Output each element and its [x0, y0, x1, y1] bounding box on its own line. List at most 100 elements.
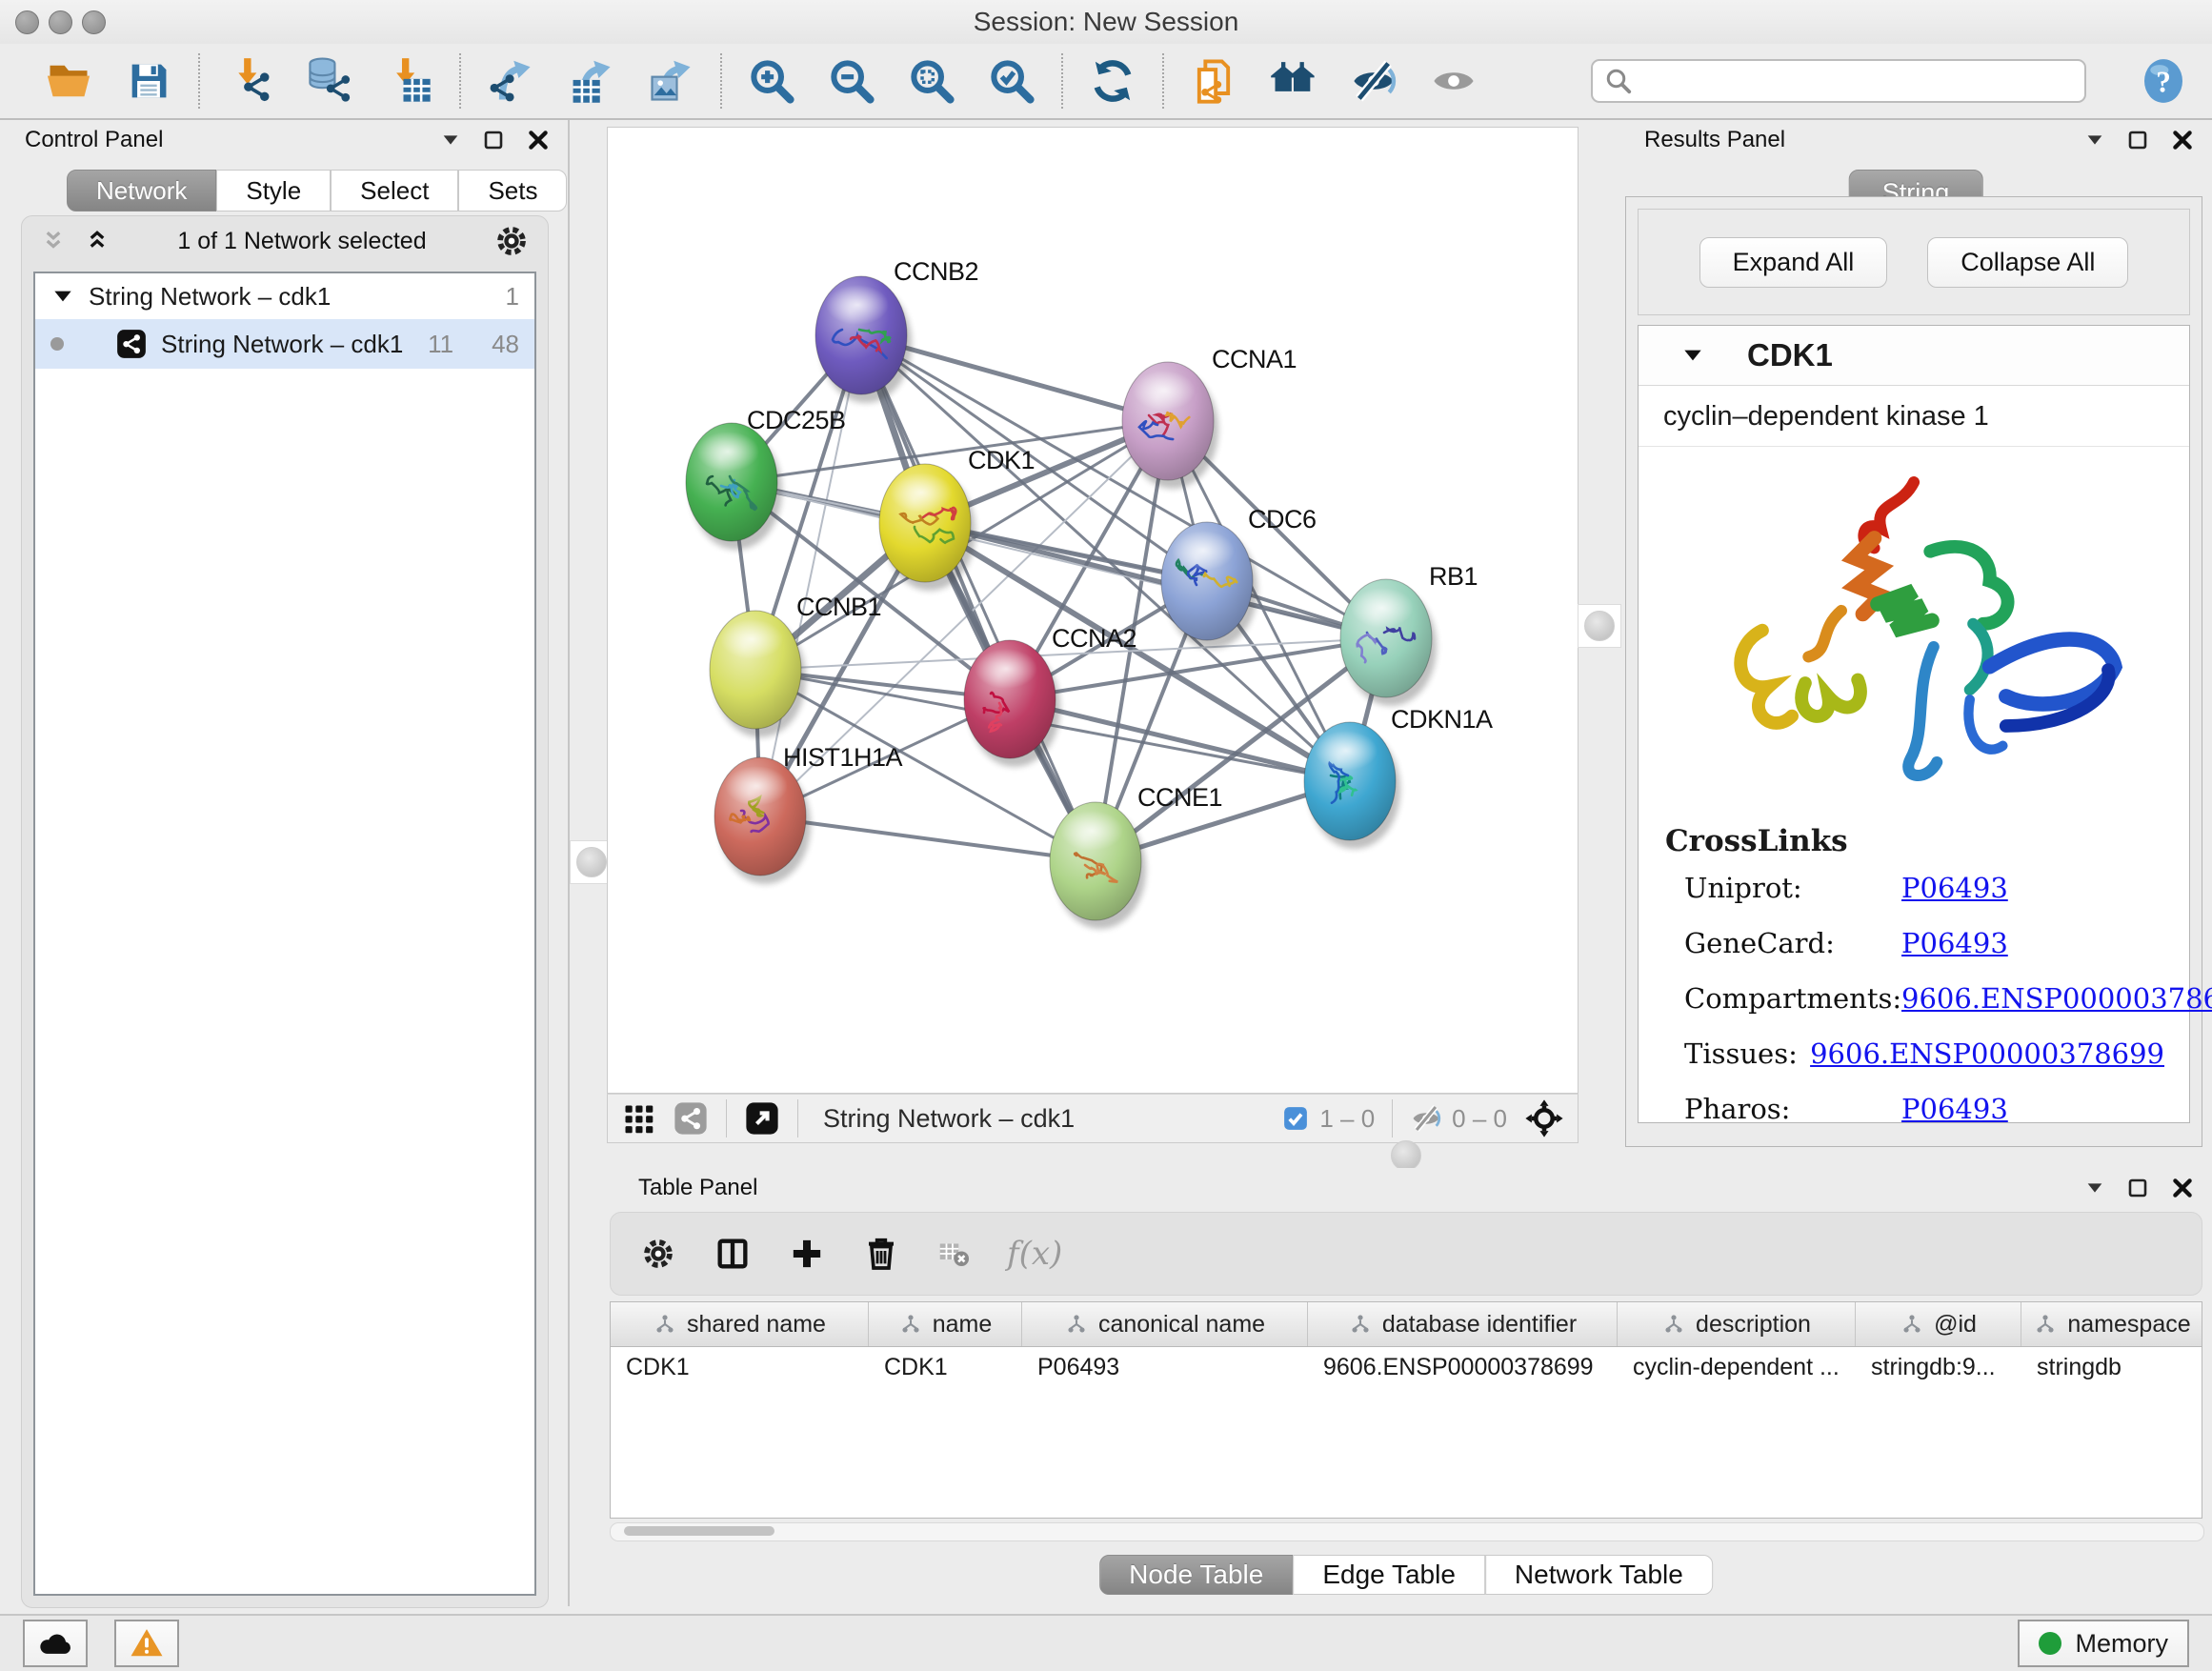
tab-network-table[interactable]: Network Table [1485, 1555, 1713, 1595]
import-network-icon[interactable] [225, 56, 274, 106]
collection-expander-icon[interactable] [50, 284, 75, 309]
tab-sets[interactable]: Sets [458, 170, 567, 211]
first-neighbors-icon[interactable] [1269, 56, 1318, 106]
network-node[interactable] [1304, 722, 1400, 849]
help-button[interactable]: ? [2140, 57, 2187, 105]
minimize-window-button[interactable] [49, 10, 72, 34]
table-cell[interactable]: stringdb [2021, 1354, 2202, 1381]
search-box[interactable] [1591, 59, 2086, 103]
expand-all-button[interactable]: Expand All [1699, 237, 1888, 288]
network-node[interactable] [1161, 522, 1257, 649]
annotation-mode-icon[interactable] [744, 1100, 780, 1137]
network-canvas[interactable]: CCNB2CCNA1CDC25BCDK1CDC6RB1CCNB1CCNA2CDK… [607, 127, 1579, 1094]
crosslink-link[interactable]: P06493 [1901, 872, 2008, 904]
table-cell[interactable]: CDK1 [611, 1354, 869, 1381]
network-edge[interactable] [861, 335, 1096, 861]
panel-collapse-icon[interactable] [2084, 130, 2105, 151]
panel-close-icon[interactable] [526, 128, 551, 152]
crosslink-link[interactable]: P06493 [1901, 1093, 2008, 1125]
column-header-namespace[interactable]: namespace [2021, 1302, 2202, 1346]
network-node[interactable] [1050, 802, 1146, 929]
tab-select[interactable]: Select [331, 170, 458, 211]
save-session-icon[interactable] [124, 56, 173, 106]
network-node[interactable] [714, 757, 811, 884]
export-network-icon[interactable] [486, 56, 535, 106]
network-collection-row[interactable]: String Network – cdk1 1 [35, 273, 534, 319]
panel-close-icon[interactable] [2170, 1176, 2195, 1200]
column-header-description[interactable]: description [1618, 1302, 1856, 1346]
export-image-icon[interactable] [646, 56, 695, 106]
selected-checkbox-icon[interactable] [1281, 1104, 1310, 1133]
export-table-icon[interactable] [566, 56, 615, 106]
delete-column-icon[interactable] [862, 1235, 900, 1273]
column-header-shared-name[interactable]: shared name [611, 1302, 869, 1346]
scrollbar-thumb[interactable] [624, 1526, 774, 1536]
network-graph[interactable]: CCNB2CCNA1CDC25BCDK1CDC6RB1CCNB1CCNA2CDK… [608, 128, 1578, 1093]
table-cell[interactable]: P06493 [1022, 1354, 1308, 1381]
import-from-database-icon[interactable] [305, 56, 354, 106]
network-overview-icon[interactable] [673, 1100, 709, 1137]
tab-node-table[interactable]: Node Table [1099, 1555, 1293, 1595]
cloud-services-button[interactable] [23, 1620, 88, 1667]
function-builder-button[interactable]: f(x) [1007, 1235, 1062, 1273]
search-input[interactable] [1642, 66, 2073, 97]
panel-float-icon[interactable] [482, 129, 505, 151]
crosslink-link[interactable]: 9606.ENSP00000378699 [1901, 982, 2212, 1015]
panel-float-icon[interactable] [2126, 1177, 2149, 1199]
network-row[interactable]: String Network – cdk1 11 48 [35, 319, 534, 369]
show-all-icon[interactable] [1429, 56, 1478, 106]
column-header-@id[interactable]: @id [1856, 1302, 2021, 1346]
table-cell[interactable]: cyclin-dependent ... [1618, 1354, 1856, 1381]
tab-network[interactable]: Network [67, 170, 216, 211]
column-header-database-identifier[interactable]: database identifier [1308, 1302, 1618, 1346]
collapse-all-networks-icon[interactable] [39, 227, 68, 255]
network-options-gear-icon[interactable] [493, 222, 531, 260]
entry-expander-icon[interactable] [1680, 343, 1705, 368]
node-table[interactable]: shared namenamecanonical namedatabase id… [610, 1301, 2202, 1519]
network-node[interactable] [964, 640, 1060, 767]
network-node[interactable] [879, 464, 975, 591]
zoom-fit-icon[interactable] [907, 56, 956, 106]
column-header-canonical-name[interactable]: canonical name [1022, 1302, 1308, 1346]
panel-close-icon[interactable] [2170, 128, 2195, 152]
navigator-crosshair-icon[interactable] [1524, 1098, 1564, 1138]
table-cell[interactable]: CDK1 [869, 1354, 1022, 1381]
panel-collapse-icon[interactable] [2084, 1178, 2105, 1198]
network-node[interactable] [710, 611, 806, 737]
memory-button[interactable]: Memory [2018, 1620, 2189, 1667]
warnings-button[interactable] [114, 1620, 179, 1667]
network-node[interactable] [1340, 579, 1437, 706]
tab-edge-table[interactable]: Edge Table [1293, 1555, 1485, 1595]
table-settings-gear-icon[interactable] [639, 1235, 677, 1273]
collapse-all-button[interactable]: Collapse All [1927, 237, 2128, 288]
entry-gene-name: CDK1 [1747, 337, 1833, 373]
panel-float-icon[interactable] [2126, 129, 2149, 151]
network-node[interactable] [815, 276, 912, 403]
tab-style[interactable]: Style [216, 170, 331, 211]
table-horizontal-scrollbar[interactable] [610, 1522, 2204, 1541]
panel-collapse-icon[interactable] [440, 130, 461, 151]
refresh-view-icon[interactable] [1088, 56, 1137, 106]
table-cell[interactable]: 9606.ENSP00000378699 [1308, 1354, 1618, 1381]
network-node[interactable] [1122, 362, 1218, 489]
close-window-button[interactable] [15, 10, 39, 34]
expand-all-networks-icon[interactable] [83, 227, 111, 255]
zoom-in-icon[interactable] [747, 56, 796, 106]
new-network-from-selection-icon[interactable] [1189, 56, 1238, 106]
import-table-icon[interactable] [385, 56, 434, 106]
table-cell[interactable]: stringdb:9... [1856, 1354, 2021, 1381]
add-column-icon[interactable] [788, 1235, 826, 1273]
birdseye-grid-icon[interactable] [621, 1101, 655, 1136]
crosslink-link[interactable]: 9606.ENSP00000378699 [1810, 1037, 2164, 1070]
show-columns-icon[interactable] [714, 1235, 752, 1273]
hide-selected-icon[interactable] [1349, 56, 1398, 106]
right-splitter-handle[interactable] [1578, 604, 1621, 648]
zoom-out-icon[interactable] [827, 56, 876, 106]
network-edge[interactable] [925, 523, 1386, 638]
column-header-name[interactable]: name [869, 1302, 1022, 1346]
zoom-window-button[interactable] [82, 10, 106, 34]
crosslink-link[interactable]: P06493 [1901, 927, 2008, 959]
open-session-icon[interactable] [44, 56, 93, 106]
zoom-selected-icon[interactable] [987, 56, 1036, 106]
table-row[interactable]: CDK1CDK1P064939606.ENSP00000378699cyclin… [611, 1347, 2202, 1387]
